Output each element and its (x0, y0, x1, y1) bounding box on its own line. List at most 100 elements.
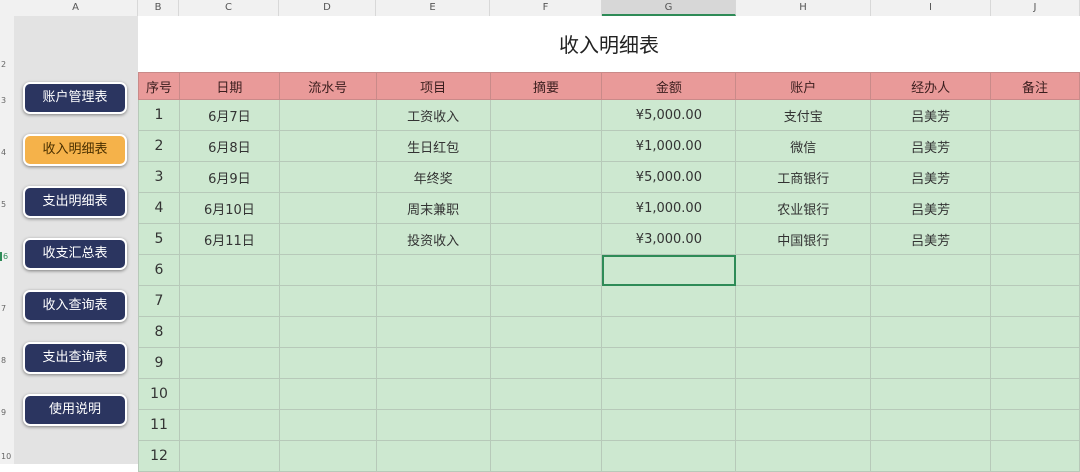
row-number-3[interactable]: 3 (0, 96, 15, 105)
table-cell[interactable]: 投资收入 (375, 223, 491, 255)
nav-button-2[interactable]: 收入明细表 (23, 134, 127, 166)
table-cell[interactable] (489, 161, 603, 193)
table-cell[interactable] (375, 254, 491, 286)
table-cell[interactable] (178, 440, 280, 472)
nav-button-7[interactable]: 使用说明 (23, 394, 127, 426)
nav-button-5[interactable]: 收入查询表 (23, 290, 127, 322)
column-header-6[interactable]: 金额 (601, 72, 737, 100)
table-cell[interactable] (601, 316, 737, 348)
table-cell[interactable]: 6月9日 (178, 161, 280, 193)
table-cell[interactable]: 中国银行 (735, 223, 872, 255)
table-cell[interactable] (990, 378, 1080, 410)
table-cell[interactable] (375, 440, 491, 472)
table-cell[interactable] (178, 347, 280, 379)
table-cell[interactable] (990, 223, 1080, 255)
table-cell[interactable]: 吕美芳 (870, 130, 992, 162)
table-cell[interactable] (601, 440, 737, 472)
table-cell[interactable] (489, 130, 603, 162)
nav-button-6[interactable]: 支出查询表 (23, 342, 127, 374)
table-cell[interactable]: 6月11日 (178, 223, 280, 255)
table-cell[interactable]: 12 (138, 440, 180, 472)
nav-button-4[interactable]: 收支汇总表 (23, 238, 127, 270)
table-cell[interactable]: 6月10日 (178, 192, 280, 224)
table-cell[interactable] (601, 347, 737, 379)
table-cell[interactable]: 吕美芳 (870, 192, 992, 224)
column-letter-c[interactable]: C (179, 0, 279, 16)
table-cell[interactable] (870, 440, 992, 472)
table-cell[interactable] (990, 254, 1080, 286)
table-cell[interactable]: 3 (138, 161, 180, 193)
table-cell[interactable] (489, 347, 603, 379)
table-cell[interactable]: 10 (138, 378, 180, 410)
table-cell[interactable] (990, 99, 1080, 131)
table-cell[interactable] (990, 316, 1080, 348)
table-cell[interactable]: 生日红包 (375, 130, 491, 162)
table-cell[interactable] (735, 347, 872, 379)
table-cell[interactable] (735, 378, 872, 410)
table-cell[interactable] (278, 316, 377, 348)
column-letter-f[interactable]: F (490, 0, 602, 16)
table-cell[interactable]: 年终奖 (375, 161, 491, 193)
table-cell[interactable]: 9 (138, 347, 180, 379)
table-cell[interactable] (178, 285, 280, 317)
column-letter-h[interactable]: H (736, 0, 871, 16)
table-cell[interactable]: 微信 (735, 130, 872, 162)
column-letter-g[interactable]: G (602, 0, 736, 16)
column-letter-a[interactable]: A (14, 0, 138, 16)
table-cell[interactable] (489, 285, 603, 317)
column-header-9[interactable]: 备注 (990, 72, 1080, 100)
table-cell[interactable] (870, 409, 992, 441)
table-cell[interactable]: 4 (138, 192, 180, 224)
table-cell[interactable] (278, 192, 377, 224)
table-cell[interactable] (489, 440, 603, 472)
table-cell[interactable]: 工资收入 (375, 99, 491, 131)
table-cell[interactable] (870, 347, 992, 379)
table-cell[interactable] (375, 378, 491, 410)
table-cell[interactable]: 工商银行 (735, 161, 872, 193)
table-cell[interactable] (870, 316, 992, 348)
table-cell[interactable]: ¥1,000.00 (601, 192, 737, 224)
table-cell[interactable] (375, 316, 491, 348)
table-cell[interactable] (375, 409, 491, 441)
row-number-2[interactable]: 2 (0, 60, 15, 69)
table-cell[interactable] (601, 285, 737, 317)
table-cell[interactable] (178, 254, 280, 286)
table-cell[interactable] (735, 316, 872, 348)
table-cell[interactable] (735, 440, 872, 472)
table-cell[interactable] (990, 161, 1080, 193)
row-number-10[interactable]: 10 (0, 452, 15, 461)
table-cell[interactable] (278, 161, 377, 193)
column-header-7[interactable]: 账户 (735, 72, 872, 100)
nav-button-1[interactable]: 账户管理表 (23, 82, 127, 114)
column-letter-b[interactable]: B (138, 0, 179, 16)
row-number-8[interactable]: 8 (0, 356, 15, 365)
column-letter-j[interactable]: J (991, 0, 1080, 16)
table-cell[interactable] (735, 409, 872, 441)
table-cell[interactable] (489, 254, 603, 286)
table-cell[interactable]: ¥1,000.00 (601, 130, 737, 162)
table-cell[interactable]: 吕美芳 (870, 223, 992, 255)
table-cell[interactable]: 6 (138, 254, 180, 286)
column-letter-i[interactable]: I (871, 0, 991, 16)
table-cell[interactable] (278, 130, 377, 162)
table-cell[interactable] (278, 409, 377, 441)
table-cell[interactable]: ¥3,000.00 (601, 223, 737, 255)
table-cell[interactable]: 8 (138, 316, 180, 348)
table-cell[interactable] (489, 409, 603, 441)
table-cell[interactable]: 吕美芳 (870, 99, 992, 131)
table-cell[interactable] (990, 285, 1080, 317)
table-cell[interactable] (870, 285, 992, 317)
table-cell[interactable]: 1 (138, 99, 180, 131)
table-cell[interactable] (489, 223, 603, 255)
table-cell[interactable] (489, 378, 603, 410)
table-cell[interactable]: 2 (138, 130, 180, 162)
table-cell[interactable] (178, 316, 280, 348)
table-cell[interactable] (278, 99, 377, 131)
table-cell[interactable] (278, 440, 377, 472)
column-letter-d[interactable]: D (279, 0, 376, 16)
table-cell[interactable] (601, 409, 737, 441)
table-cell[interactable] (489, 316, 603, 348)
table-cell[interactable] (278, 223, 377, 255)
table-cell[interactable] (990, 192, 1080, 224)
table-cell[interactable]: ¥5,000.00 (601, 99, 737, 131)
